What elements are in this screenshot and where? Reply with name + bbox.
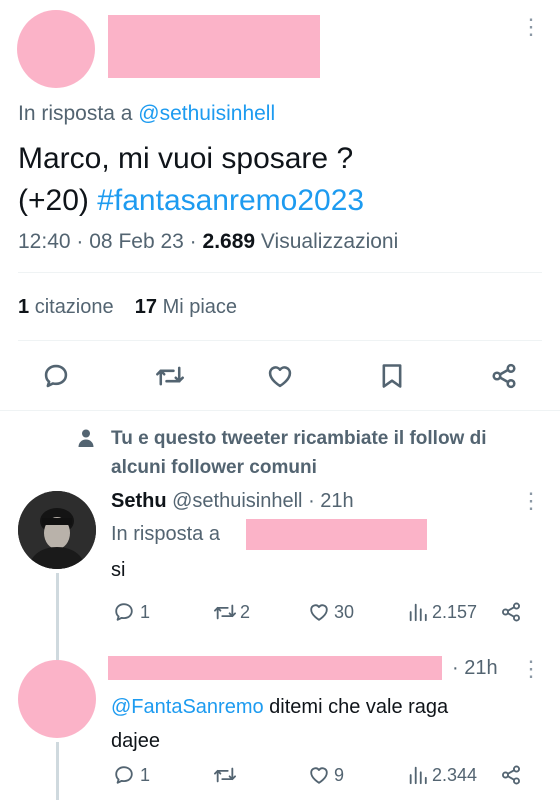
section-divider [0, 410, 560, 411]
reply-icon [44, 364, 68, 388]
more-vertical-icon: ⋮ [520, 488, 542, 513]
reply2-avatar[interactable] [18, 660, 96, 738]
reply1-view-count: 2.157 [432, 602, 478, 622]
reply1-text: si [111, 559, 126, 581]
views-icon [409, 603, 427, 622]
reply1-reply-button[interactable] [113, 601, 135, 623]
tweet-text-line2: (+20) #fantasanremo2023 [18, 180, 548, 222]
author-name-redacted[interactable] [108, 15, 320, 78]
like-button[interactable] [266, 362, 294, 390]
reply-icon [115, 766, 133, 784]
reply2-time-wrap: · 21h [452, 657, 498, 680]
reply2-time[interactable]: 21h [464, 657, 497, 679]
quotes-stat[interactable]: 1 citazione [18, 296, 119, 318]
reply-button[interactable] [42, 362, 70, 390]
quotes-label: citazione [34, 296, 114, 318]
mutual-follow-note: Tu e questo tweeter ricambiate il follow… [111, 424, 551, 482]
bookmark-button[interactable] [379, 362, 405, 390]
share-icon [492, 363, 516, 389]
likes-label: Mi piace [162, 296, 238, 318]
tweet-date[interactable]: 08 Feb 23 [89, 230, 184, 253]
heart-icon [310, 767, 328, 784]
thread-line [56, 573, 59, 665]
share-icon [502, 602, 520, 622]
views-count: 2.689 [202, 230, 256, 253]
views-label: Visualizzazioni [260, 230, 399, 253]
reply1-share-button[interactable] [500, 601, 522, 623]
reply-prefix: In risposta a [18, 102, 133, 125]
views-icon [409, 766, 427, 785]
hashtag-link[interactable]: #fantasanremo2023 [97, 184, 364, 217]
reply2-retweet-button[interactable] [213, 764, 237, 786]
engagement-stats: 1 citazione 17 Mi piace [18, 296, 237, 319]
likes-stat[interactable]: 17 Mi piace [135, 296, 237, 318]
author-avatar[interactable] [17, 10, 95, 88]
reply2-more-button[interactable]: ⋮ [520, 658, 542, 680]
reply1-name[interactable]: Sethu [111, 490, 167, 512]
reply2-author-redacted[interactable] [108, 656, 442, 680]
reply1-like-button[interactable] [308, 601, 330, 623]
reply1-time[interactable]: 21h [320, 490, 353, 512]
tweet-time[interactable]: 12:40 [18, 230, 71, 253]
meta-separator: · [76, 230, 84, 253]
reply2-text-rest: ditemi che vale raga [269, 696, 449, 718]
sethu-avatar[interactable] [18, 491, 96, 569]
reply1-mention-redacted[interactable] [246, 519, 427, 550]
reply-icon [115, 603, 133, 621]
thread-line [56, 742, 59, 800]
bookmark-icon [382, 364, 402, 388]
divider [18, 340, 542, 341]
reply2-views-button[interactable] [407, 764, 429, 786]
reply-to-mention[interactable]: @sethuisinhell [138, 102, 275, 125]
mutual-follow-line2: alcuni follower comuni [111, 457, 317, 478]
reply-context: In risposta a @sethuisinhell [18, 102, 275, 126]
tweet-text-line1: Marco, mi vuoi sposare ? [18, 142, 354, 175]
quotes-count: 1 [18, 296, 30, 318]
share-icon [502, 765, 520, 785]
reply2-reply-count: 1 [140, 765, 151, 785]
reply1-reply-prefix: In risposta a [111, 523, 220, 545]
reply1-views-button[interactable] [407, 601, 429, 623]
heart-icon [268, 366, 292, 388]
reply1-retweet-button[interactable] [213, 601, 237, 623]
person-icon [76, 428, 96, 453]
reply2-like-button[interactable] [308, 764, 330, 786]
reply1-header: Sethu @sethuisinhell · 21h [111, 490, 354, 513]
tweet-meta: 12:40 · 08 Feb 23 · 2.689 Visualizzazion… [18, 230, 398, 254]
reply2-text-line2: dajee [111, 730, 160, 752]
meta-separator: · [452, 657, 459, 679]
meta-separator: · [189, 230, 197, 253]
retweet-icon [214, 767, 236, 783]
retweet-button[interactable] [155, 362, 185, 390]
retweet-icon [156, 366, 184, 386]
reply2-text: @FantaSanremo ditemi che vale raga dajee [111, 690, 448, 758]
retweet-icon [214, 604, 236, 620]
likes-count: 17 [134, 296, 157, 318]
reply1-more-button[interactable]: ⋮ [520, 490, 542, 512]
more-vertical-icon: ⋮ [520, 656, 542, 681]
reply1-like-count: 30 [334, 602, 355, 622]
tweet-text: Marco, mi vuoi sposare ? (+20) #fantasan… [18, 138, 548, 222]
reply1-retweet-count: 2 [240, 602, 251, 622]
reply1-handle[interactable]: @sethuisinhell [172, 490, 302, 512]
reply2-view-count: 2.344 [432, 765, 478, 785]
reply2-text-line1: @FantaSanremo ditemi che vale raga [111, 690, 448, 724]
reply1-reply-count: 1 [140, 602, 151, 622]
meta-separator: · [308, 490, 315, 512]
mutual-follow-line1: Tu e questo tweeter ricambiate il follow… [111, 428, 487, 449]
heart-icon [310, 604, 328, 621]
divider [18, 272, 542, 273]
share-button[interactable] [490, 362, 518, 390]
reply2-reply-button[interactable] [113, 764, 135, 786]
reply2-like-count: 9 [334, 765, 345, 785]
reply2-share-button[interactable] [500, 764, 522, 786]
more-vertical-icon: ⋮ [520, 14, 542, 39]
reply2-mention[interactable]: @FantaSanremo [111, 696, 264, 718]
tweet-text-plain: (+20) [18, 184, 89, 217]
more-options-button[interactable]: ⋮ [520, 16, 542, 38]
